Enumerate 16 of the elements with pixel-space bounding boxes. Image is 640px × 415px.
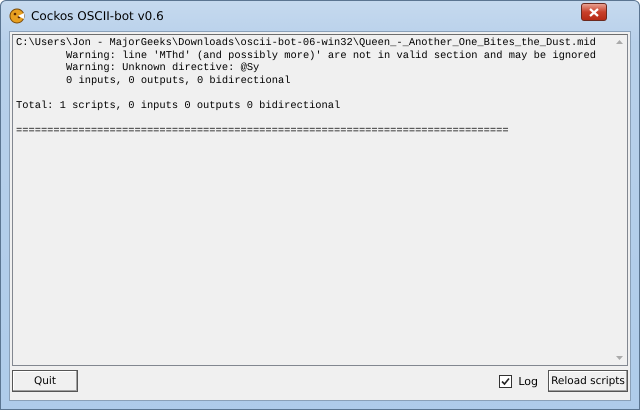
log-line: 0 inputs, 0 outputs, 0 bidirectional [65, 74, 292, 87]
log-checkbox[interactable] [499, 374, 512, 388]
log-line: =============================================================================== [16, 124, 510, 137]
log-line: Total: 1 scripts, 0 inputs 0 outputs 0 bidirectional [16, 98, 342, 112]
reload-scripts-button[interactable]: Reload scripts [548, 370, 628, 392]
window-title: Cockos OSCII-bot v0.6 [31, 9, 164, 23]
log-line: C:\Users\Jon - MajorGeeks\Downloads\oscii-bot-06-win32\Queen_-_Another_One_Bites_the_Dust.mid [16, 37, 597, 50]
close-button[interactable] [581, 3, 607, 21]
scroll-down-icon[interactable] [616, 356, 622, 360]
log-label: Log [518, 374, 538, 388]
log-line: Warning: Unknown directive: @Sy [65, 62, 260, 74]
quit-button[interactable]: Quit [12, 370, 78, 392]
log-line: Warning: line 'MThd' (and possibly more)' are not in valid section and may be ignored [65, 50, 598, 62]
scroll-up-icon[interactable] [616, 40, 622, 44]
close-icon [589, 8, 599, 16]
app-icon [9, 8, 25, 24]
